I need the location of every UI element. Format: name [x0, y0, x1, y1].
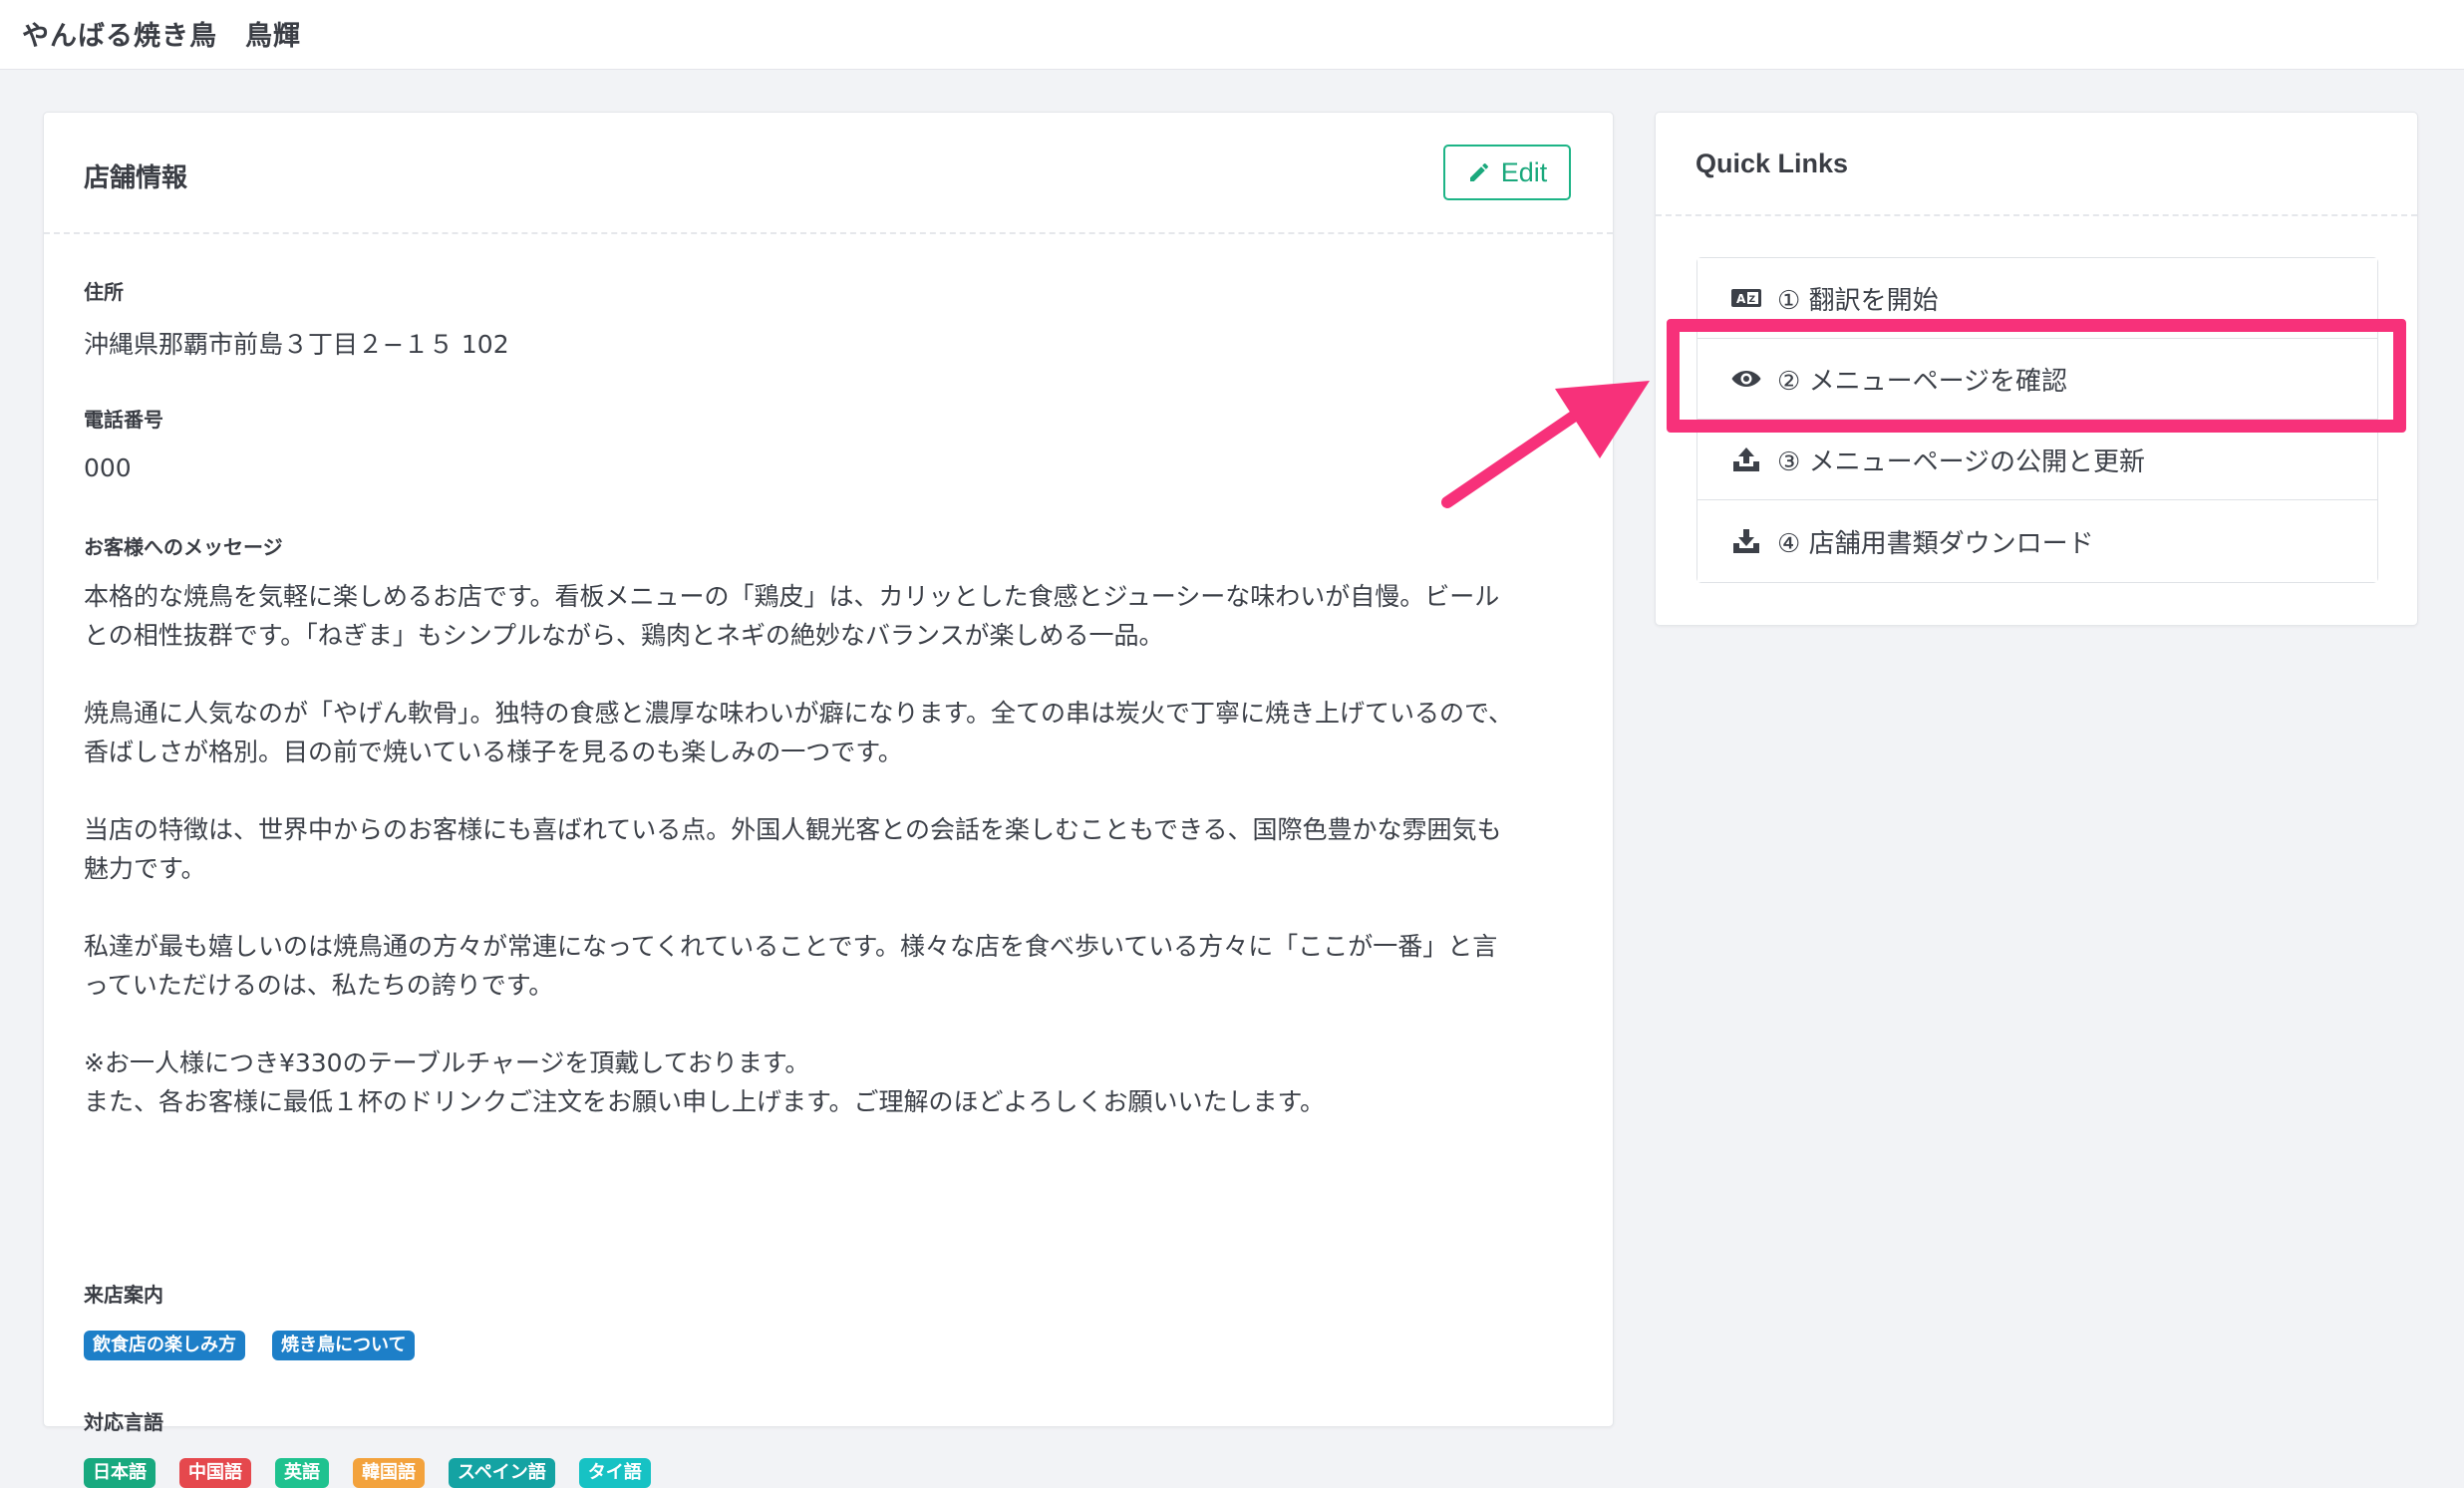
- message-line: ※お一人様につき¥330のテーブルチャージを頂戴しております。: [84, 1048, 810, 1077]
- message-label: お客様へのメッセージ: [84, 535, 283, 559]
- translate-icon: AZ: [1729, 283, 1763, 313]
- quick-link-download-documents[interactable]: ④ 店舗用書類ダウンロード: [1697, 500, 2377, 582]
- message-line: 魅力です。: [84, 854, 206, 883]
- message-line: 香ばしさが格別。目の前で焼いている様子を見るのも楽しみの一つです。: [84, 738, 903, 766]
- language-badge: 日本語: [84, 1458, 155, 1488]
- pencil-icon: [1469, 163, 1488, 181]
- svg-text:A: A: [1736, 292, 1746, 306]
- message-line: との相性抜群です。「ねぎま」もシンプルながら、鶏肉とネギの絶妙なバランスが楽しめ…: [84, 621, 1164, 650]
- store-name-title: やんばる焼き鳥 鳥輝: [22, 21, 301, 52]
- quick-link-start-translation[interactable]: AZ ① 翻訳を開始: [1697, 258, 2377, 339]
- quick-link-label: ② メニューページを確認: [1777, 366, 2068, 397]
- quick-links-card: Quick Links AZ ① 翻訳を開始 ② メニューページを確認 ③ メニ…: [1655, 112, 2418, 626]
- message-spacer: [84, 1005, 1579, 1043]
- message-spacer: [84, 888, 1579, 927]
- quick-link-publish-menu-page[interactable]: ③ メニューページの公開と更新: [1697, 420, 2377, 500]
- language-badge: タイ語: [578, 1458, 651, 1488]
- quick-links-header: Quick Links: [1656, 113, 2417, 216]
- message-line: 焼鳥通に人気なのが「やげん軟骨」。独特の食感と濃厚な味わいが癖になります。全ての…: [84, 699, 1514, 728]
- store-info-title: 店舗情報: [84, 163, 188, 193]
- address-label: 住所: [84, 280, 124, 304]
- languages-label: 対応言語: [84, 1410, 163, 1434]
- message-line: 私達が最も嬉しいのは焼鳥通の方々が常連になってくれていることです。様々な店を食べ…: [84, 932, 1498, 961]
- visit-badge[interactable]: 飲食店の楽しみ方: [84, 1331, 245, 1360]
- quick-links-list: AZ ① 翻訳を開始 ② メニューページを確認 ③ メニューページの公開と更新 …: [1696, 257, 2378, 583]
- message-line: また、各お客様に最低１杯のドリンクご注文をお願い申し上げます。ご理解のほどよろし…: [84, 1087, 1326, 1116]
- top-bar: やんばる焼き鳥 鳥輝: [0, 0, 2464, 70]
- upload-icon: [1729, 445, 1763, 474]
- quick-links-title: Quick Links: [1695, 149, 1849, 178]
- download-icon: [1729, 526, 1763, 556]
- quick-link-label: ① 翻訳を開始: [1777, 285, 1939, 316]
- edit-button-label: Edit: [1500, 156, 1548, 187]
- message-spacer: [84, 771, 1579, 810]
- address-value: 沖縄県那覇市前島３丁目２−１５ 102: [84, 330, 509, 359]
- quick-link-label: ④ 店舗用書類ダウンロード: [1777, 528, 2094, 559]
- language-badge: 英語: [275, 1458, 329, 1488]
- svg-text:Z: Z: [1749, 295, 1756, 305]
- eye-icon: [1729, 364, 1763, 394]
- visit-guide-badges: 飲食店の楽しみ方 焼き鳥について: [84, 1331, 416, 1360]
- language-badges: 日本語 中国語 英語 韓国語 スペイン語 タイ語: [84, 1458, 651, 1488]
- store-info-card-header: 店舗情報 Edit: [44, 113, 1613, 234]
- edit-button[interactable]: Edit: [1443, 145, 1571, 200]
- message-spacer: [84, 655, 1579, 694]
- phone-value: 000: [84, 453, 132, 482]
- message-line: 当店の特徴は、世界中からのお客様にも喜ばれている点。外国人観光客との会話を楽しむ…: [84, 815, 1502, 844]
- language-badge: 韓国語: [353, 1458, 425, 1488]
- message-text: 本格的な焼鳥を気軽に楽しめるお店です。看板メニューの「鶏皮」は、カリッとした食感…: [84, 577, 1579, 1121]
- language-badge: 中国語: [179, 1458, 251, 1488]
- message-line: っていただけるのは、私たちの誇りです。: [84, 971, 554, 1000]
- language-badge: スペイン語: [449, 1458, 555, 1488]
- quick-link-view-menu-page[interactable]: ② メニューページを確認: [1697, 339, 2377, 420]
- store-info-card: 店舗情報 Edit 住所 沖縄県那覇市前島３丁目２−１５ 102 電話番号 00…: [43, 112, 1614, 1488]
- message-line: 本格的な焼鳥を気軽に楽しめるお店です。看板メニューの「鶏皮」は、カリッとした食感…: [84, 582, 1500, 611]
- phone-label: 電話番号: [84, 408, 163, 432]
- visit-badge[interactable]: 焼き鳥について: [272, 1331, 416, 1360]
- quick-link-label: ③ メニューページの公開と更新: [1777, 446, 2146, 477]
- visit-guide-label: 来店案内: [84, 1283, 163, 1307]
